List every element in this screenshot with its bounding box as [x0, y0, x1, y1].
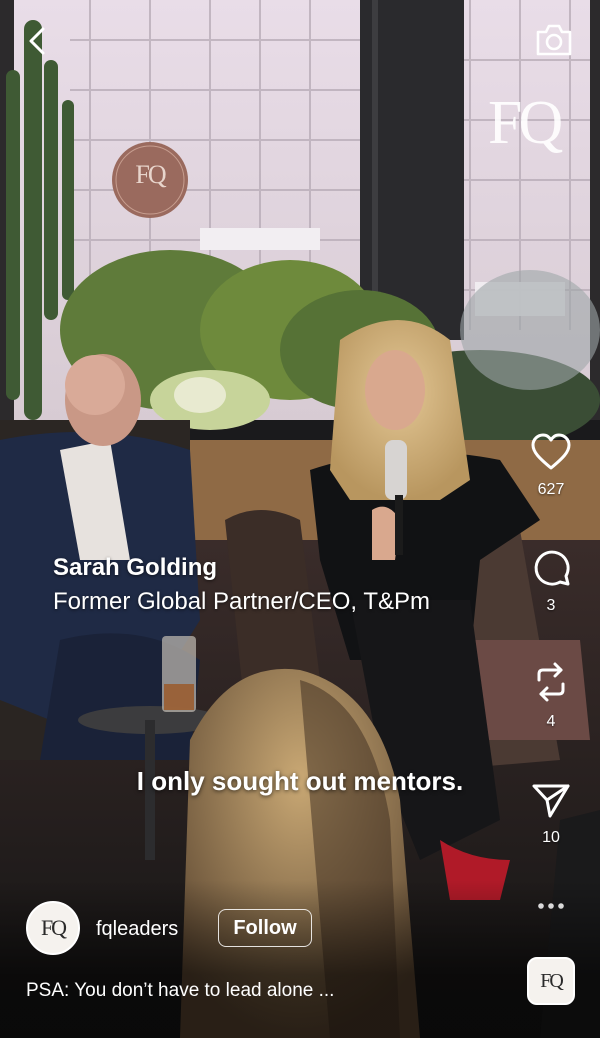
- camera-icon[interactable]: [534, 22, 574, 58]
- like-count: 627: [537, 481, 565, 498]
- comment-button[interactable]: 3: [520, 546, 582, 615]
- brand-watermark: FQ: [488, 89, 563, 157]
- comment-count: 3: [546, 597, 556, 614]
- chevron-left-icon[interactable]: [26, 26, 50, 56]
- repost-button[interactable]: 4: [520, 660, 582, 731]
- like-button[interactable]: 627: [520, 432, 582, 499]
- speaker-name: Sarah Golding: [53, 554, 218, 581]
- send-icon: [532, 784, 570, 818]
- audio-thumbnail[interactable]: FQ: [527, 957, 575, 1005]
- comment-icon: [534, 550, 570, 586]
- post-description[interactable]: PSA: You don’t have to lead alone ...: [26, 980, 334, 1002]
- video-subtitle: I only sought out mentors.: [136, 766, 464, 796]
- share-button[interactable]: 10: [520, 780, 582, 847]
- reel-viewer: FQ FQ Sarah Golding Former Global Partne…: [0, 0, 600, 1038]
- share-count: 10: [542, 829, 560, 846]
- speaker-title: Former Global Partner/CEO, T&Pm: [53, 588, 430, 615]
- wall-sign-logo: FQ: [135, 160, 166, 189]
- username[interactable]: fqleaders: [96, 918, 178, 941]
- follow-button[interactable]: Follow: [218, 909, 312, 947]
- bottom-gradient: [0, 880, 600, 1038]
- repost-count: 4: [546, 713, 556, 730]
- repost-icon: [537, 662, 565, 702]
- heart-icon: [531, 433, 571, 470]
- avatar[interactable]: FQ: [26, 901, 80, 955]
